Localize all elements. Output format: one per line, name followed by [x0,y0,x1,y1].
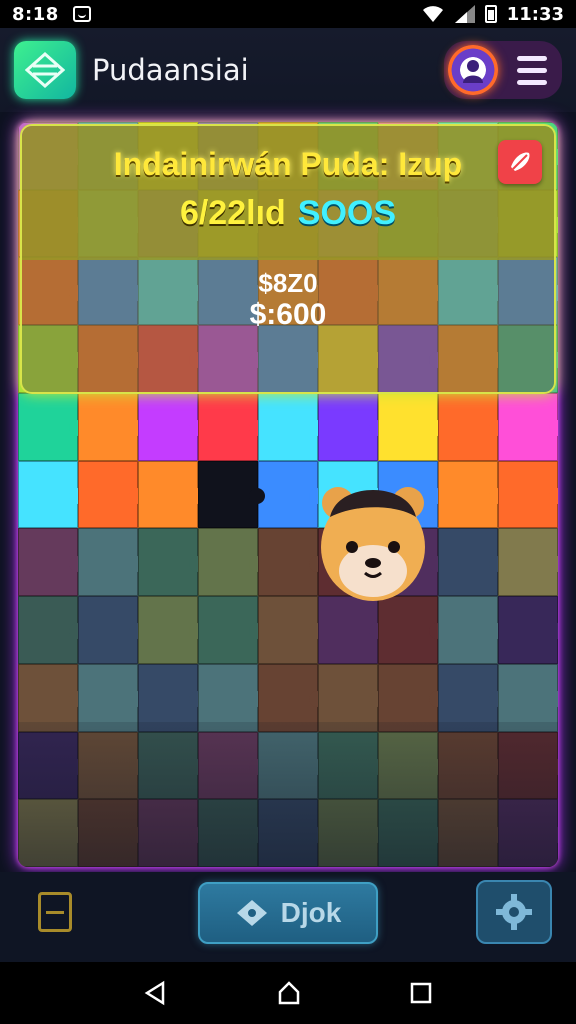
puzzle-date: 6/22lıd [179,194,286,232]
info-panel: Indainirwán Puda: Izup 6/22lıd SOOS $8Z0 … [20,124,556,394]
recents-icon[interactable] [409,981,433,1005]
ok-button[interactable]: Djok [198,882,378,944]
avatar-icon[interactable] [448,45,498,95]
status-bar: 8:18 11:33 [0,0,576,28]
puzzle-title: Indainirwán Puda: Izup [113,146,463,182]
price-primary: $8Z0 [258,268,318,298]
close-button[interactable] [498,140,542,184]
settings-button[interactable] [476,880,552,944]
puzzle-piece[interactable] [78,460,145,529]
board-shade [18,722,558,867]
puzzle-piece[interactable] [198,392,265,461]
puzzle-piece[interactable] [198,528,265,597]
navigation-bar [0,962,576,1024]
bottom-toolbar: Djok [0,872,576,962]
puzzle-subtitle: 6/22lıd SOOS [22,194,554,233]
puzzle-piece[interactable] [498,460,558,529]
puzzle-piece[interactable] [438,528,505,597]
puzzle-piece[interactable] [18,596,85,664]
menu-icon[interactable] [510,48,554,92]
status-time-right: 11:33 [506,3,564,25]
puzzle-piece[interactable] [138,392,205,461]
puzzle-piece[interactable] [18,460,85,529]
puzzle-piece[interactable] [438,460,505,529]
back-icon[interactable] [143,980,169,1006]
puzzle-piece[interactable] [138,596,205,664]
notification-icon [72,6,91,22]
diamond-icon [236,900,267,926]
puzzle-piece[interactable] [378,392,445,461]
puzzle-piece[interactable] [138,528,205,597]
gear-icon [496,894,532,930]
app-header: Pudaansiai [0,28,576,112]
status-time-left: 8:18 [12,3,59,25]
puzzle-piece[interactable] [498,596,558,664]
puzzle-piece[interactable] [18,392,85,461]
puzzle-piece[interactable] [78,596,145,664]
status-icons: 11:33 [421,4,564,25]
puzzle-piece[interactable] [438,596,505,664]
puzzle-piece[interactable] [198,596,265,664]
puzzle-piece[interactable] [498,528,558,597]
header-actions [444,41,562,99]
app-title: Pudaansiai [92,53,249,87]
puzzle-code: SOOS [297,194,397,232]
info-panel-header: Indainirwán Puda: Izup 6/22lıd SOOS [22,126,554,260]
app-logo-icon[interactable] [14,41,76,99]
close-icon [511,152,530,171]
puzzle-piece[interactable] [258,392,325,461]
puzzle-piece[interactable] [318,392,385,461]
signal-icon [454,5,475,23]
home-icon[interactable] [276,980,302,1006]
puzzle-piece[interactable] [138,460,205,529]
puzzle-piece[interactable] [78,392,145,461]
note-icon[interactable] [38,892,72,932]
battery-icon [484,5,497,23]
info-panel-prices: $8Z0 $:600 [22,260,554,392]
puzzle-piece[interactable] [498,392,558,461]
ok-button-label: Djok [280,897,342,928]
puzzle-piece[interactable] [438,392,505,461]
wifi-icon [422,6,443,22]
puzzle-piece[interactable] [198,460,265,529]
puzzle-piece[interactable] [78,528,145,597]
bear-character-image [321,487,425,601]
puzzle-piece[interactable] [18,528,85,597]
price-secondary: $:600 [249,298,327,331]
